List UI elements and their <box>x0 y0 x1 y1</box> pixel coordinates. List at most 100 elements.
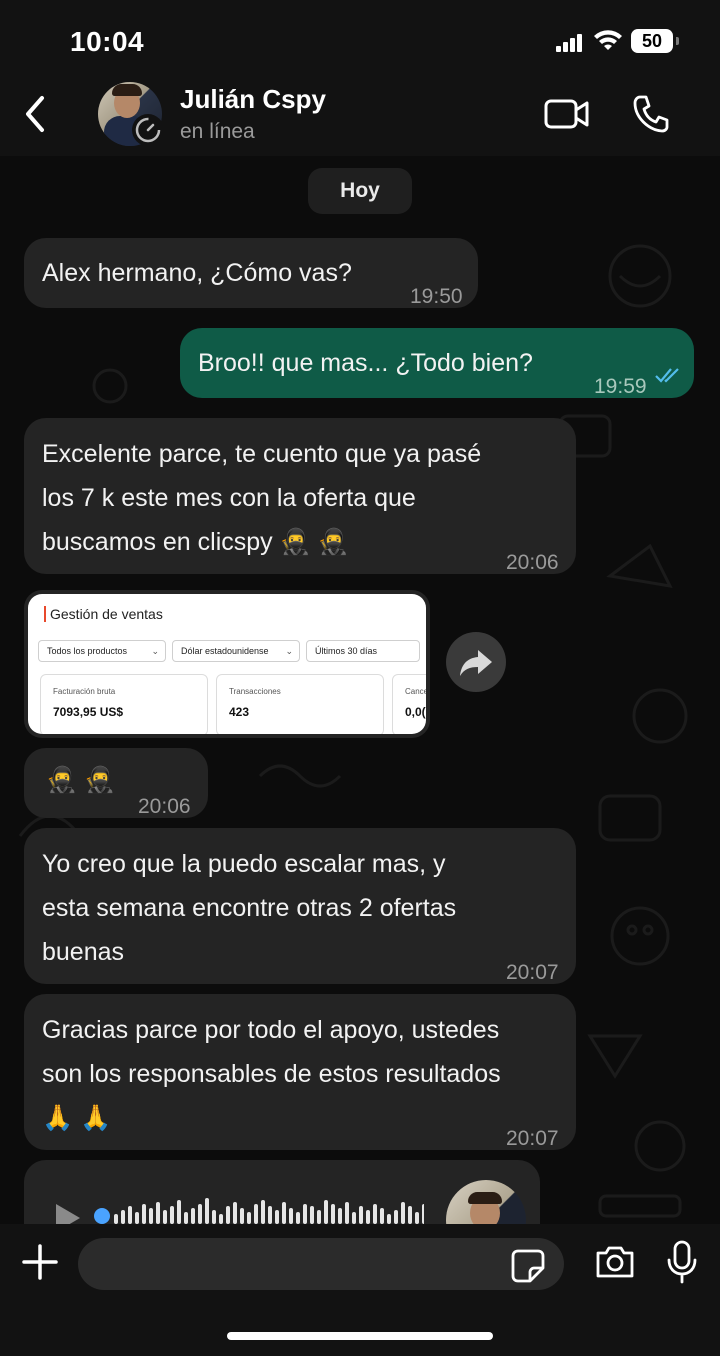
message-text-line: esta semana encontre otras 2 ofertas <box>42 894 457 922</box>
waveform-bar <box>345 1202 349 1224</box>
waveform-bar <box>415 1212 419 1224</box>
message-text: Broo!! que mas... ¿Todo bien? <box>198 349 533 377</box>
message-time: 20:06 <box>506 551 559 574</box>
voice-message[interactable] <box>24 1160 540 1224</box>
waveform-bar <box>268 1206 272 1224</box>
day-separator: Hoy <box>308 168 412 214</box>
read-receipt-icon <box>655 368 679 383</box>
waveform-bar <box>156 1202 160 1224</box>
waveform-bar <box>219 1214 223 1224</box>
chat-area[interactable]: Hoy Alex hermano, ¿Cómo vas? 19:50 Broo!… <box>0 156 720 1224</box>
status-ring-icon <box>132 114 164 146</box>
kpi-gross-billing: Facturación bruta 7093,95 US$ <box>40 674 208 734</box>
camera-icon[interactable] <box>594 1244 636 1280</box>
cellular-signal-icon <box>556 32 586 52</box>
presence-status: en línea <box>180 120 255 143</box>
waveform-bar <box>114 1214 118 1224</box>
waveform-bar <box>135 1212 139 1224</box>
message-text-line: buscamos en clicspy 🥷 🥷 <box>42 528 349 556</box>
message-text-line: Excelente parce, te cuento que ya pasé <box>42 440 482 468</box>
waveform-bar <box>422 1204 424 1224</box>
waveform-bar <box>352 1212 356 1224</box>
message-time: 20:07 <box>506 961 559 984</box>
dashboard-title: Gestión de ventas <box>44 606 163 622</box>
message-text-line: 🙏 🙏 <box>42 1104 112 1132</box>
waveform-bar <box>289 1208 293 1224</box>
period-filter: Últimos 30 días <box>306 640 420 662</box>
incoming-message[interactable]: Yo creo que la puedo escalar mas, y esta… <box>24 828 576 984</box>
message-text-line: Yo creo que la puedo escalar mas, y <box>42 850 446 878</box>
back-arrow-icon[interactable] <box>20 94 50 134</box>
waveform-bar <box>324 1200 328 1224</box>
message-text-line: son los responsables de estos resultados <box>42 1060 501 1088</box>
sticker-icon[interactable] <box>510 1248 546 1284</box>
waveform-bar <box>366 1210 370 1224</box>
sender-avatar <box>446 1180 526 1224</box>
play-icon[interactable] <box>52 1202 84 1224</box>
waveform-bar <box>303 1204 307 1224</box>
waveform-bar <box>163 1210 167 1224</box>
message-time: 20:07 <box>506 1127 559 1150</box>
waveform-bar <box>184 1212 188 1224</box>
waveform-bar <box>247 1212 251 1224</box>
incoming-message[interactable]: Alex hermano, ¿Cómo vas? 19:50 <box>24 238 478 308</box>
waveform-bar <box>233 1202 237 1224</box>
message-text-line: buenas <box>42 938 125 966</box>
sales-dashboard-screenshot[interactable]: Gestión de ventas Todos los productos ⌄ D… <box>28 594 426 734</box>
waveform-bar <box>317 1210 321 1224</box>
incoming-message[interactable]: Gracias parce por todo el apoyo, ustedes… <box>24 994 576 1150</box>
incoming-message[interactable]: Excelente parce, te cuento que ya pasé l… <box>24 418 576 574</box>
waveform-bar <box>310 1206 314 1224</box>
waveform-bar <box>170 1206 174 1224</box>
waveform-bar <box>128 1206 132 1224</box>
waveform-bar <box>240 1208 244 1224</box>
playback-position-dot <box>94 1208 110 1224</box>
phone-call-icon[interactable] <box>632 94 670 134</box>
incoming-message[interactable]: 🥷 🥷 20:06 <box>24 748 208 818</box>
forward-arrow-icon <box>460 650 492 676</box>
kpi-cancellations: Cancel 0,0( <box>392 674 426 734</box>
message-text: Alex hermano, ¿Cómo vas? <box>42 259 352 287</box>
waveform-bar <box>296 1212 300 1224</box>
waveform-bar <box>149 1208 153 1224</box>
waveform-bar <box>380 1208 384 1224</box>
status-time: 10:04 <box>70 26 145 57</box>
contact-name[interactable]: Julián Cspy <box>180 84 326 115</box>
waveform-bar <box>191 1208 195 1224</box>
waveform-bar <box>205 1198 209 1224</box>
outgoing-message[interactable]: Broo!! que mas... ¿Todo bien? 19:59 <box>180 328 694 398</box>
message-time: 19:50 <box>410 285 463 308</box>
waveform-bar <box>254 1204 258 1224</box>
waveform-bar <box>212 1210 216 1224</box>
message-text-line: Gracias parce por todo el apoyo, ustedes <box>42 1016 500 1044</box>
waveform-bar <box>373 1204 377 1224</box>
waveform-bar <box>275 1210 279 1224</box>
battery-icon: 50 <box>631 29 679 53</box>
message-time: 19:59 <box>594 375 647 398</box>
home-indicator <box>227 1332 493 1340</box>
audio-waveform[interactable] <box>94 1196 424 1224</box>
forward-button[interactable] <box>446 632 506 692</box>
waveform-bar <box>177 1200 181 1224</box>
waveform-bar <box>359 1206 363 1224</box>
waveform-bar <box>226 1206 230 1224</box>
waveform-bar <box>198 1204 202 1224</box>
message-text: 🥷 🥷 <box>46 766 116 794</box>
video-call-icon[interactable] <box>544 98 590 130</box>
waveform-bar <box>142 1204 146 1224</box>
plus-icon[interactable] <box>20 1242 60 1282</box>
image-message[interactable]: Gestión de ventas Todos los productos ⌄ D… <box>24 590 430 738</box>
chat-header: Julián Cspy en línea <box>0 82 720 156</box>
waveform-bar <box>401 1202 405 1224</box>
message-text-line: los 7 k este mes con la oferta que <box>42 484 416 512</box>
waveform-bar <box>338 1208 342 1224</box>
waveform-bar <box>394 1210 398 1224</box>
status-bar: 10:04 50 <box>0 0 720 84</box>
message-composer <box>0 1224 720 1356</box>
message-time: 20:06 <box>138 795 191 818</box>
waveform-bar <box>282 1202 286 1224</box>
kpi-transactions: Transacciones 423 <box>216 674 384 734</box>
waveform-bar <box>408 1206 412 1224</box>
message-input[interactable] <box>78 1238 564 1290</box>
microphone-icon[interactable] <box>666 1240 698 1284</box>
